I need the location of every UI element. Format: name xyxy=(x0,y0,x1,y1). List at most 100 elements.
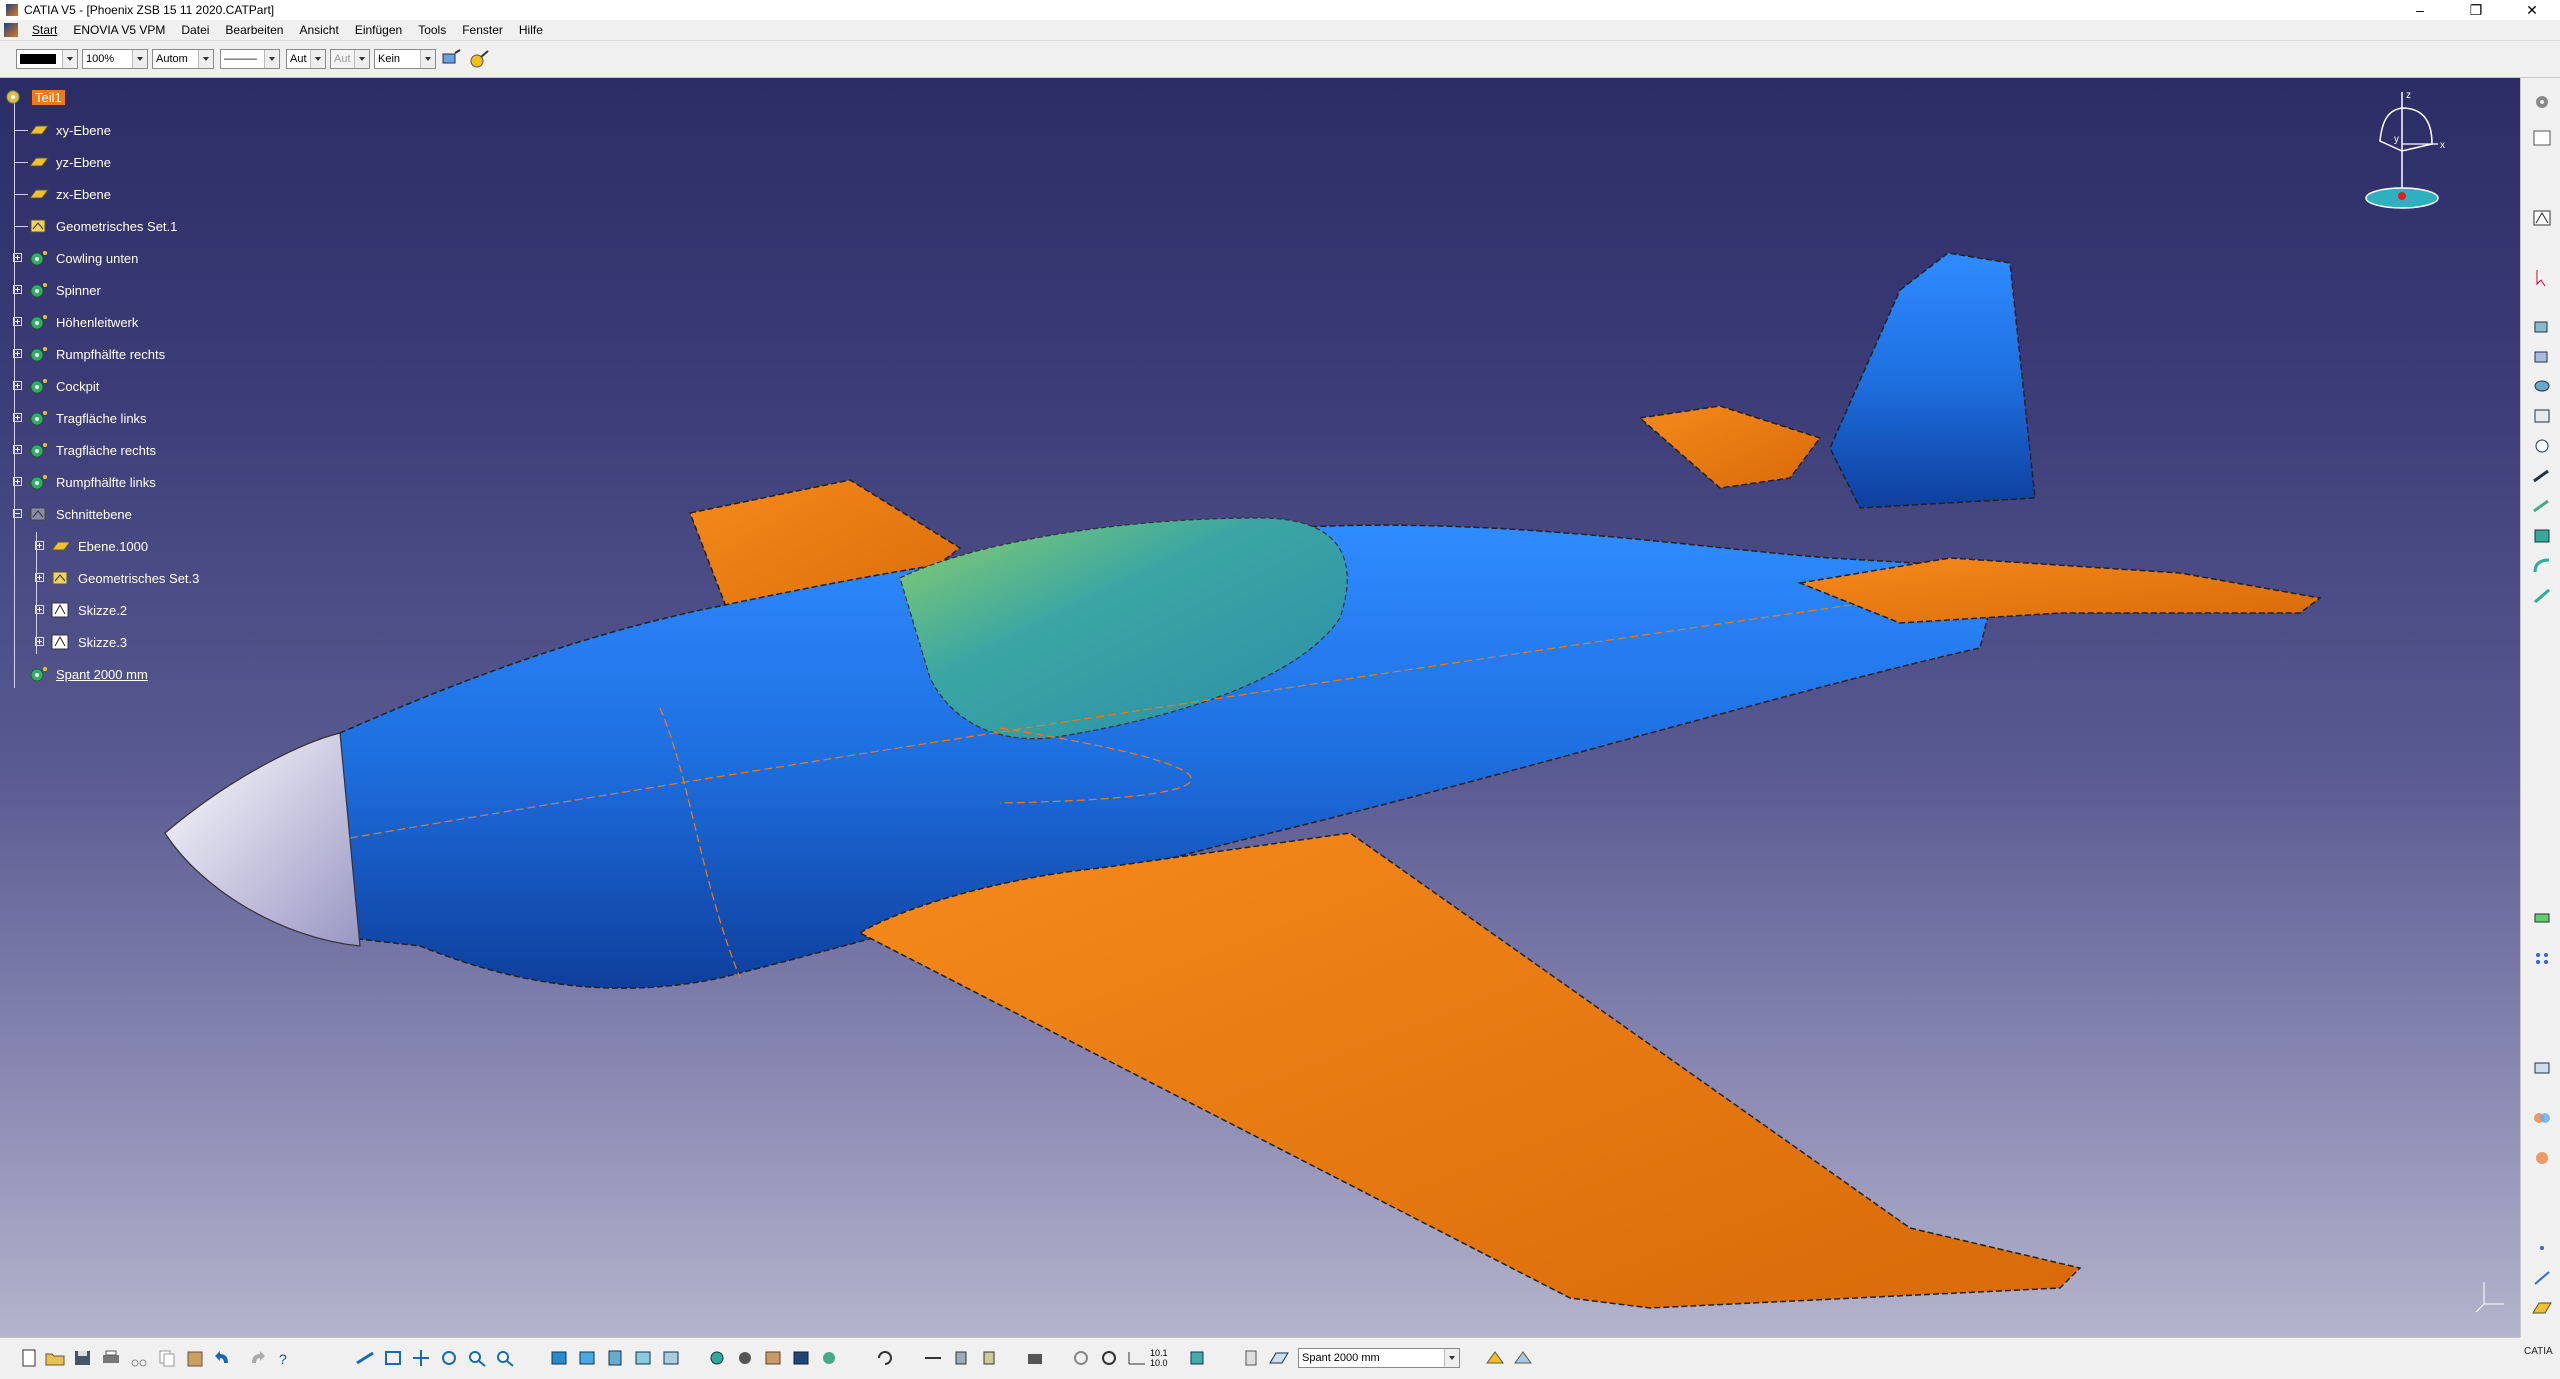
color-select[interactable] xyxy=(16,49,78,69)
material-icon[interactable] xyxy=(762,1348,784,1368)
hole-icon[interactable] xyxy=(2531,436,2553,456)
expand-toggle[interactable] xyxy=(13,253,22,262)
point-icon[interactable] xyxy=(2531,1238,2553,1258)
format-painter-icon[interactable] xyxy=(440,49,462,69)
surface-icon[interactable] xyxy=(1512,1348,1534,1368)
loft-icon[interactable] xyxy=(2531,526,2553,546)
stabilizer-left[interactable] xyxy=(1638,405,1822,489)
redo-icon[interactable] xyxy=(246,1348,268,1368)
sketch-icon[interactable] xyxy=(2531,128,2553,148)
tree-item-rumpfhaelfte-rechts[interactable]: Rumpfhälfte rechts xyxy=(13,344,165,364)
pattern-icon[interactable] xyxy=(2531,948,2553,968)
view-mode-icon[interactable] xyxy=(604,1348,626,1368)
tree-item-spinner[interactable]: Spinner xyxy=(13,280,101,300)
tree-item-hoehenleitwerk[interactable]: Höhenleitwerk xyxy=(13,312,138,332)
wing-right[interactable] xyxy=(858,832,2082,1309)
airplane-model[interactable] xyxy=(0,78,2520,1337)
tree-item-tragflaeche-rechts[interactable]: Tragfläche rechts xyxy=(13,440,156,460)
tree-item-schnittebene[interactable]: Schnittebene xyxy=(13,504,132,524)
expand-toggle[interactable] xyxy=(35,573,44,582)
vertical-tail[interactable] xyxy=(1829,252,2036,509)
fillet-icon[interactable] xyxy=(2531,556,2553,576)
update-icon[interactable] xyxy=(874,1348,896,1368)
cut-icon[interactable] xyxy=(128,1348,150,1368)
tree-item-tragflaeche-links[interactable]: Tragfläche links xyxy=(13,408,147,428)
tree-item-geometrisches-set-3[interactable]: Geometrisches Set.3 xyxy=(35,568,199,588)
measure-between-icon[interactable] xyxy=(922,1348,944,1368)
pocket-icon[interactable] xyxy=(2531,346,2553,366)
render-icon[interactable] xyxy=(818,1348,840,1368)
groove-icon[interactable] xyxy=(2531,406,2553,426)
rib-icon[interactable] xyxy=(2531,466,2553,486)
measure-item-icon[interactable] xyxy=(950,1348,972,1368)
pan-icon[interactable] xyxy=(410,1348,432,1368)
curvature-icon[interactable] xyxy=(1098,1348,1120,1368)
expand-toggle[interactable] xyxy=(13,477,22,486)
hide-show-icon[interactable] xyxy=(632,1348,654,1368)
tree-item-zx-ebene[interactable]: zx-Ebene xyxy=(28,184,111,204)
dimension-icon[interactable] xyxy=(1126,1348,1148,1368)
expand-toggle[interactable] xyxy=(35,637,44,646)
sketcher-icon[interactable] xyxy=(2531,208,2553,228)
menu-ansicht[interactable]: Ansicht xyxy=(291,20,346,40)
copy-icon[interactable] xyxy=(156,1348,178,1368)
line-icon[interactable] xyxy=(2531,1268,2553,1288)
draft-icon[interactable] xyxy=(2531,908,2553,928)
boolean-icon[interactable] xyxy=(2531,1108,2553,1128)
normal-view-icon[interactable] xyxy=(548,1348,570,1368)
chamfer-icon[interactable] xyxy=(2531,586,2553,606)
gear-icon[interactable] xyxy=(2531,92,2553,112)
tool-icon[interactable] xyxy=(1186,1348,1208,1368)
collapse-toggle[interactable] xyxy=(13,509,22,518)
graphic-properties-icon[interactable] xyxy=(468,49,490,69)
expand-toggle[interactable] xyxy=(13,317,22,326)
fly-mode-icon[interactable] xyxy=(354,1348,376,1368)
undo-icon[interactable] xyxy=(212,1348,234,1368)
expand-toggle[interactable] xyxy=(13,349,22,358)
knowledge-icon[interactable] xyxy=(734,1348,756,1368)
zoom-out-icon[interactable] xyxy=(494,1348,516,1368)
menu-einfuegen[interactable]: Einfügen xyxy=(347,20,410,40)
menu-datei[interactable]: Datei xyxy=(173,20,217,40)
work-plane-icon[interactable] xyxy=(1268,1348,1290,1368)
new-file-icon[interactable] xyxy=(18,1348,40,1368)
print-icon[interactable] xyxy=(100,1348,122,1368)
minimize-button[interactable]: – xyxy=(2392,0,2448,20)
menu-enovia[interactable]: ENOVIA V5 VPM xyxy=(65,20,173,40)
restore-button[interactable]: ❐ xyxy=(2448,0,2504,20)
expand-toggle[interactable] xyxy=(35,605,44,614)
swap-visible-icon[interactable] xyxy=(660,1348,682,1368)
zoom-in-icon[interactable] xyxy=(466,1348,488,1368)
line-weight-select[interactable]: Autom xyxy=(152,49,214,69)
assemble-icon[interactable] xyxy=(2531,1148,2553,1168)
tree-item-skizze-3[interactable]: Skizze.3 xyxy=(35,632,127,652)
measure-icon[interactable] xyxy=(2531,1058,2553,1078)
tree-item-rumpfhaelfte-links[interactable]: Rumpfhälfte links xyxy=(13,472,156,492)
layer-select[interactable]: Kein xyxy=(374,49,436,69)
menu-fenster[interactable]: Fenster xyxy=(454,20,511,40)
expand-toggle[interactable] xyxy=(13,413,22,422)
fit-all-icon[interactable] xyxy=(382,1348,404,1368)
sheet-icon[interactable] xyxy=(1240,1348,1262,1368)
open-folder-icon[interactable] xyxy=(44,1348,66,1368)
tree-item-xy-ebene[interactable]: xy-Ebene xyxy=(28,120,111,140)
spinner[interactable] xyxy=(164,732,361,947)
tree-item-cowling-unten[interactable]: Cowling unten xyxy=(13,248,138,268)
multi-view-icon[interactable] xyxy=(576,1348,598,1368)
tree-root[interactable]: Teil1 xyxy=(4,87,65,107)
menu-tools[interactable]: Tools xyxy=(410,20,454,40)
help-icon[interactable]: ? xyxy=(274,1348,296,1368)
tree-item-cockpit[interactable]: Cockpit xyxy=(13,376,99,396)
catalog-icon[interactable] xyxy=(706,1348,728,1368)
tree-item-spant-2000[interactable]: Spant 2000 mm xyxy=(28,664,148,684)
expand-toggle[interactable] xyxy=(35,541,44,550)
photo-studio-icon[interactable] xyxy=(790,1348,812,1368)
capture-icon[interactable] xyxy=(1024,1348,1046,1368)
slot-icon[interactable] xyxy=(2531,496,2553,516)
close-button[interactable]: ✕ xyxy=(2504,0,2560,20)
analysis-icon[interactable] xyxy=(1070,1348,1092,1368)
transparency-select[interactable]: 100% xyxy=(82,49,148,69)
expand-toggle[interactable] xyxy=(13,285,22,294)
menu-start[interactable]: Start xyxy=(24,20,65,40)
pad-icon[interactable] xyxy=(2531,316,2553,336)
